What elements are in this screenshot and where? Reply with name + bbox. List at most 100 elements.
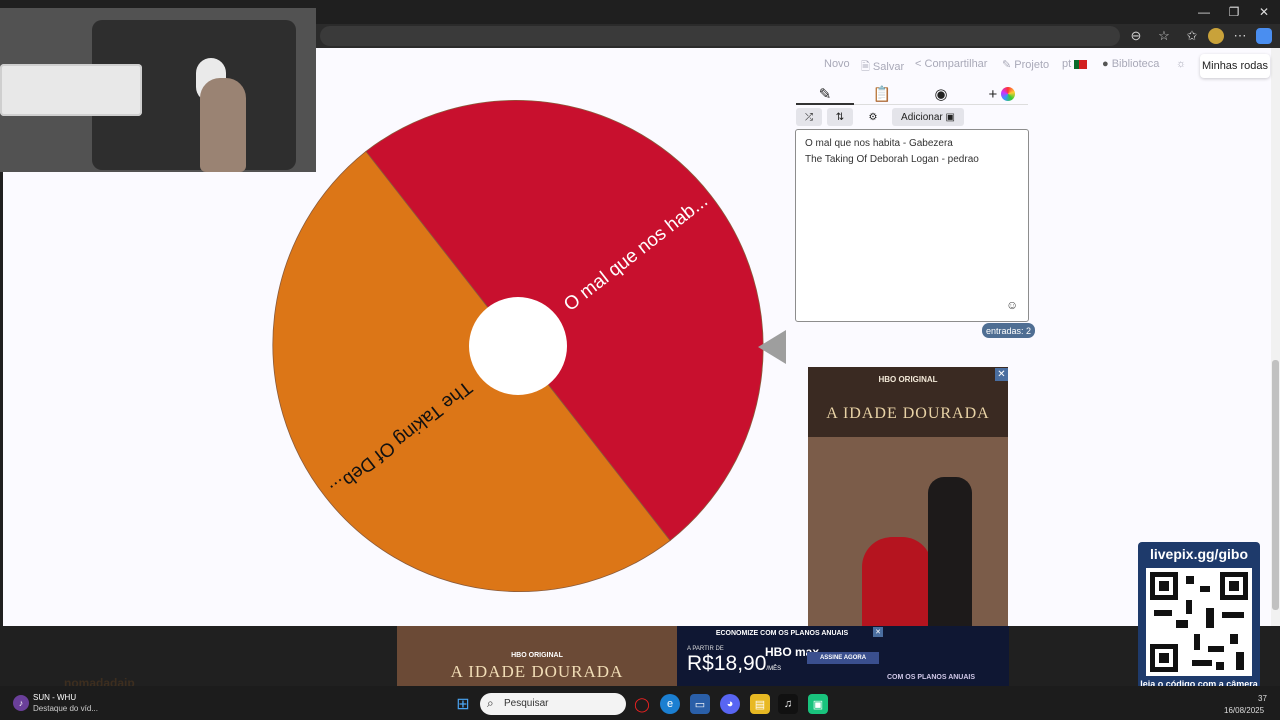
nav-salvar[interactable]: 🗎 Salvar <box>861 58 904 74</box>
nav-compartilhar[interactable]: < Compartilhar <box>915 58 987 74</box>
settings-button[interactable]: ⚙ <box>858 108 888 126</box>
tab-add-color-icon[interactable]: + <box>982 84 1022 104</box>
color-wheel-icon <box>1001 87 1016 101</box>
emoji-icon[interactable]: ☺ <box>1006 298 1018 312</box>
bottom-ad-offer: ECONOMIZE COM OS PLANOS ANUAIS A PARTIR … <box>677 626 1009 686</box>
bottom-ad-com-planos: COM OS PLANOS ANUAIS <box>887 674 976 681</box>
edge-icon[interactable]: e <box>660 694 680 714</box>
livepix-qr-panel: livepix.gg/gibo leia o código com a câme… <box>1138 542 1260 706</box>
plus-icon: + <box>988 85 998 103</box>
qr-module <box>1192 660 1212 666</box>
favorite-star-icon[interactable]: ☆ <box>1156 28 1172 44</box>
qr-finder <box>1150 644 1178 672</box>
adicionar-label: Adicionar <box>901 111 943 123</box>
qr-module <box>1230 634 1238 644</box>
webcam-hand <box>200 78 246 172</box>
qr-finder <box>1220 572 1248 600</box>
qr-module <box>1216 662 1224 670</box>
bottom-ad-economize: ECONOMIZE COM OS PLANOS ANUAIS <box>715 630 849 637</box>
app-green-icon[interactable]: ▣ <box>808 694 828 714</box>
qr-module <box>1208 646 1224 652</box>
price-unit: /MÊS <box>766 666 782 672</box>
price-value: R$18,90 <box>687 652 767 675</box>
globe-icon: ● <box>1102 58 1109 70</box>
entry-line: The Taking Of Deborah Logan - pedrao <box>805 154 979 165</box>
adicionar-image-button[interactable]: Adicionar ▣ <box>892 108 964 126</box>
side-advertisement[interactable]: HBO ORIGINAL A IDADE DOURADA <box>808 367 1008 626</box>
qr-code <box>1146 568 1252 676</box>
entry-line: O mal que nos habita - Gabezera <box>805 138 953 149</box>
scrollbar-thumb[interactable] <box>1272 360 1279 610</box>
ad-brand: HBO ORIGINAL <box>878 375 938 384</box>
nav-projeto-label: Projeto <box>1014 59 1050 71</box>
nav-language[interactable]: pt <box>1062 58 1088 74</box>
song-title[interactable]: SUN - WHU <box>33 693 76 702</box>
nav-projeto[interactable]: ✎ Projeto <box>1002 58 1049 74</box>
bottom-ad-close-icon[interactable]: ✕ <box>873 627 883 637</box>
gear-icon: ⚙ <box>868 111 878 123</box>
qr-module <box>1154 610 1172 616</box>
close-button[interactable]: ✕ <box>1248 0 1280 24</box>
opera-icon[interactable]: ◯ <box>632 694 652 714</box>
qr-module <box>1206 608 1214 628</box>
entries-count-badge: entradas: 2 <box>982 323 1036 338</box>
assine-agora-button[interactable]: ASSINE AGORA <box>807 652 879 664</box>
bottom-ad-title: A IDADE DOURADA <box>450 662 624 681</box>
qr-module <box>1186 600 1192 614</box>
sort-icon: ⇅ <box>835 111 845 123</box>
ad-suit-figure <box>928 477 972 626</box>
bottom-advertisement[interactable]: HBO ORIGINAL A IDADE DOURADA ECONOMIZE C… <box>397 626 1009 686</box>
shuffle-button[interactable]: ⤮ <box>796 108 822 126</box>
more-menu-icon[interactable]: ⋯ <box>1232 28 1248 44</box>
qr-module <box>1186 576 1194 584</box>
discord-icon[interactable]: ◕ <box>720 694 740 714</box>
ad-close-icon[interactable]: ✕ <box>995 368 1008 381</box>
qr-module <box>1222 612 1244 618</box>
search-icon: ⌕ <box>487 696 494 710</box>
url-field[interactable] <box>320 26 1120 46</box>
tab-hidden-eye-icon[interactable]: ◉ <box>926 84 956 104</box>
profile-avatar[interactable] <box>1208 28 1224 44</box>
read-mode-icon[interactable]: ⊖ <box>1128 28 1144 44</box>
taskbar-time[interactable]: 37 <box>1258 694 1267 703</box>
windows-start-icon[interactable]: ⊞ <box>453 694 473 714</box>
minhas-rodas-button[interactable]: Minhas rodas <box>1200 54 1270 78</box>
nav-salvar-label: Salvar <box>872 61 905 73</box>
entries-textarea[interactable]: O mal que nos habita - Gabezera The Taki… <box>795 129 1029 322</box>
tiktok-icon[interactable]: ♫ <box>778 694 798 714</box>
music-widget-icon[interactable]: ♪ <box>13 695 29 711</box>
nav-novo[interactable]: Novo <box>824 58 850 74</box>
wheel-pointer-icon <box>758 330 786 364</box>
favorites-icon[interactable]: ✩ <box>1184 28 1200 44</box>
portugal-flag-icon <box>1074 59 1088 69</box>
ad-red-dress-figure <box>862 537 932 626</box>
taskbar-date[interactable]: 16/08/2025 <box>1224 706 1264 715</box>
file-explorer-icon[interactable]: ▤ <box>750 694 770 714</box>
webcam-keyboard <box>0 64 142 116</box>
nav-compartilhar-label: Compartilhar <box>924 58 988 70</box>
copilot-icon[interactable] <box>1256 28 1272 44</box>
wheel-center-hole[interactable] <box>469 297 567 395</box>
sort-button[interactable]: ⇅ <box>827 108 853 126</box>
image-icon: ▣ <box>945 111 955 123</box>
qr-module <box>1200 586 1210 592</box>
search-label: Pesquisar <box>504 698 549 709</box>
tab-edit-pencil-icon[interactable]: ✎ <box>810 84 840 104</box>
nav-language-label: pt <box>1062 58 1072 70</box>
share-icon: < <box>915 58 922 70</box>
app-icon[interactable]: ▭ <box>690 694 710 714</box>
spin-wheel[interactable]: O mal que nos hab... The Taking Of Deb..… <box>269 97 767 595</box>
nav-biblioteca[interactable]: ● Biblioteca <box>1102 58 1159 74</box>
shuffle-icon: ⤮ <box>805 111 813 123</box>
bottom-ad-brand: HBO ORIGINAL <box>511 652 563 659</box>
maximize-button[interactable]: ❐ <box>1218 0 1250 24</box>
tab-clipboard-icon[interactable]: 📋 <box>867 84 897 104</box>
nav-biblioteca-label: Biblioteca <box>1111 58 1160 70</box>
theme-toggle-icon[interactable]: ☼ <box>1176 58 1186 74</box>
minimize-button[interactable]: — <box>1188 0 1220 24</box>
qr-module <box>1194 634 1200 650</box>
taskbar-search[interactable]: ⌕ Pesquisar <box>480 693 626 715</box>
livepix-url: livepix.gg/gibo <box>1149 546 1248 562</box>
save-icon: 🗎 <box>861 61 870 73</box>
qr-module <box>1176 620 1188 628</box>
